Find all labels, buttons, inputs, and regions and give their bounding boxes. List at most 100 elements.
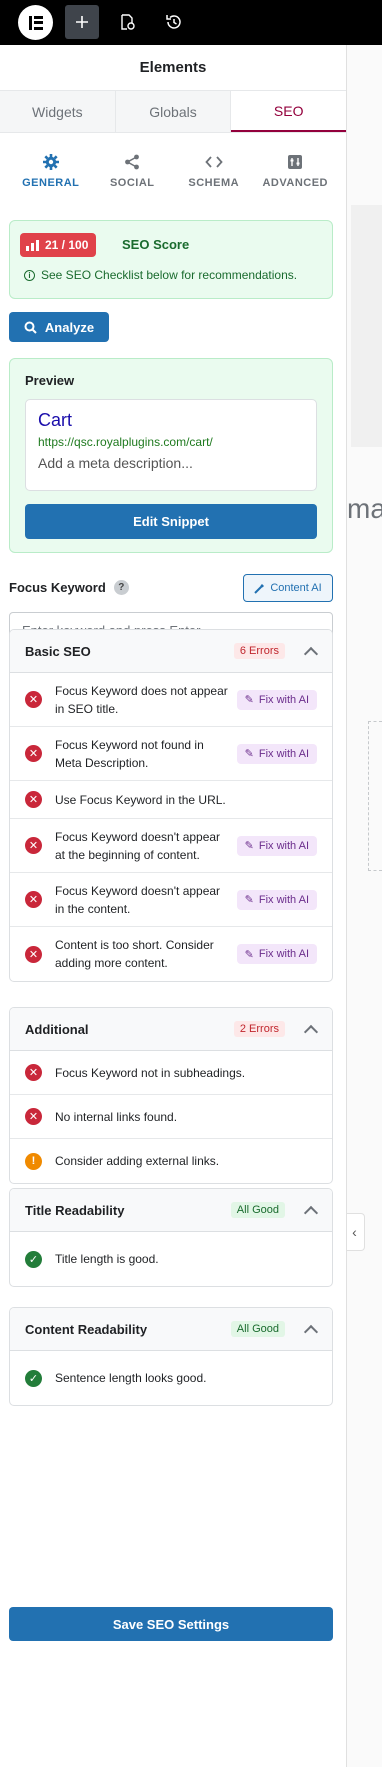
score-value: 21 / 100 bbox=[45, 238, 89, 252]
save-seo-settings-button[interactable]: Save SEO Settings bbox=[9, 1607, 333, 1641]
check-text: Use Focus Keyword in the URL. bbox=[55, 792, 226, 807]
section-title: Additional bbox=[25, 1021, 89, 1037]
fix-with-ai-button[interactable]: ✎ Fix with AI bbox=[236, 689, 317, 710]
fix-label: Fix with AI bbox=[258, 893, 309, 906]
check-text: Consider adding external links. bbox=[55, 1154, 220, 1168]
fix-with-ai-button[interactable]: ✎ Fix with AI bbox=[236, 743, 317, 764]
fix-label: Fix with AI bbox=[258, 948, 309, 960]
plus-icon bbox=[76, 16, 88, 28]
section-additional: Additional 2 Errors ✕ Focus Keyword not … bbox=[9, 1007, 333, 1184]
magic-wand-icon: ✎ bbox=[244, 694, 254, 706]
check-text: Focus Keyword doesn't appear in the cont… bbox=[55, 883, 221, 916]
section-header[interactable]: Basic SEO 6 Errors bbox=[10, 630, 332, 673]
subtab-social[interactable]: SOCIAL bbox=[97, 153, 167, 201]
subtab-label: SCHEMA bbox=[188, 177, 240, 189]
gear-icon bbox=[42, 154, 59, 170]
history-icon bbox=[166, 15, 181, 29]
edit-snippet-button[interactable]: Edit Snippet bbox=[25, 504, 317, 539]
subtab-label: SOCIAL bbox=[109, 177, 155, 189]
error-icon: ✕ bbox=[25, 945, 42, 963]
error-icon: ✕ bbox=[25, 1064, 42, 1081]
fix-with-ai-button[interactable]: ✎ Fix with AI bbox=[236, 835, 317, 856]
magic-wand-icon: ✎ bbox=[244, 840, 254, 852]
check-icon: ✓ bbox=[25, 1369, 42, 1387]
check-row: ✕ Focus Keyword doesn't appear in the co… bbox=[10, 873, 332, 927]
tab-seo[interactable]: SEO bbox=[231, 91, 347, 132]
fix-label: Fix with AI bbox=[258, 839, 309, 852]
section-title: Title Readability bbox=[25, 1202, 125, 1218]
share-icon bbox=[125, 154, 140, 170]
check-row: ✕ Focus Keyword doesn't appear at the be… bbox=[10, 819, 332, 873]
section-title: Content Readability bbox=[25, 1321, 148, 1337]
chevron-left-icon: ‹ bbox=[352, 1224, 357, 1240]
score-note: i See SEO Checklist below for recommenda… bbox=[24, 268, 297, 282]
snippet-description: Add a meta description... bbox=[38, 455, 193, 471]
error-icon: ✕ bbox=[25, 691, 42, 708]
error-icon: ✕ bbox=[25, 891, 42, 908]
panel-title: Elements bbox=[0, 45, 346, 91]
check-text: Focus Keyword doesn't appear at the begi… bbox=[55, 829, 221, 862]
error-icon: ✕ bbox=[25, 791, 42, 808]
chevron-up-icon[interactable] bbox=[303, 644, 317, 658]
check-row: ✓ Sentence length looks good. bbox=[10, 1351, 332, 1405]
fix-label: Fix with AI bbox=[258, 747, 309, 760]
subtab-schema[interactable]: SCHEMA bbox=[179, 153, 249, 201]
content-ai-button[interactable]: Content AI bbox=[243, 574, 333, 602]
tab-widgets[interactable]: Widgets bbox=[0, 91, 116, 132]
chevron-up-icon[interactable] bbox=[303, 1022, 317, 1036]
check-row: ✕ Focus Keyword not in subheadings. bbox=[10, 1051, 332, 1095]
check-icon: ✓ bbox=[25, 1250, 42, 1268]
status-badge: All Good bbox=[230, 1202, 285, 1218]
check-text: Focus Keyword does not appear in SEO tit… bbox=[55, 683, 228, 716]
chart-bars-icon bbox=[26, 239, 39, 251]
check-text: Focus Keyword not found in Meta Descript… bbox=[55, 737, 204, 770]
section-header[interactable]: Additional 2 Errors bbox=[10, 1008, 332, 1051]
snippet-preview: Preview Cart https://qsc.royalplugins.co… bbox=[9, 358, 333, 553]
status-badge: All Good bbox=[230, 1321, 285, 1337]
snippet-url: https://qsc.royalplugins.com/cart/ bbox=[38, 435, 213, 449]
page-settings-button[interactable] bbox=[110, 5, 144, 39]
score-note-text: See SEO Checklist below for recommendati… bbox=[41, 268, 298, 282]
section-basic-seo: Basic SEO 6 Errors ✕ Focus Keyword does … bbox=[9, 629, 333, 982]
subtab-general[interactable]: GENERAL bbox=[16, 153, 86, 201]
check-row: ✕ Content is too short. Consider adding … bbox=[10, 927, 332, 981]
history-button[interactable] bbox=[157, 5, 191, 39]
check-text: Content is too short. Consider adding mo… bbox=[55, 938, 214, 970]
magic-wand-icon: ✎ bbox=[244, 894, 254, 906]
error-count-badge: 6 Errors bbox=[233, 643, 285, 659]
check-text: Focus Keyword not in subheadings. bbox=[55, 1065, 246, 1080]
score-label: SEO Score bbox=[122, 237, 190, 252]
check-row: ! Consider adding external links. bbox=[10, 1139, 332, 1183]
advanced-settings-icon bbox=[288, 155, 303, 169]
canvas-dropzone[interactable] bbox=[368, 721, 382, 871]
section-header[interactable]: Title Readability All Good bbox=[10, 1189, 332, 1232]
subtab-advanced[interactable]: ADVANCED bbox=[260, 153, 330, 201]
section-title-readability: Title Readability All Good ✓ Title lengt… bbox=[9, 1188, 333, 1287]
elements-panel: Elements Widgets Globals SEO GENERAL SOC… bbox=[0, 45, 347, 1767]
elementor-logo-icon[interactable] bbox=[18, 5, 53, 40]
help-icon[interactable]: ? bbox=[113, 580, 129, 595]
error-icon: ✕ bbox=[25, 745, 42, 762]
preview-heading: Preview bbox=[25, 373, 75, 388]
analyze-button[interactable]: Analyze bbox=[9, 312, 109, 342]
add-element-button[interactable] bbox=[65, 5, 99, 39]
check-text: No internal links found. bbox=[55, 1109, 178, 1124]
fix-with-ai-button[interactable]: ✎ Fix with AI bbox=[236, 944, 317, 964]
canvas-text: ma bbox=[347, 493, 382, 524]
chevron-up-icon[interactable] bbox=[303, 1322, 317, 1336]
editor-topbar bbox=[0, 0, 382, 45]
focus-keyword-label: Focus Keyword ? bbox=[9, 580, 129, 595]
error-icon: ✕ bbox=[25, 1108, 42, 1125]
snippet-title: Cart bbox=[38, 410, 73, 430]
chevron-up-icon[interactable] bbox=[303, 1203, 317, 1217]
collapse-panel-button[interactable]: ‹ bbox=[345, 1213, 365, 1251]
panel-tabs: Widgets Globals SEO bbox=[0, 91, 347, 133]
section-header[interactable]: Content Readability All Good bbox=[10, 1308, 332, 1351]
check-row: ✓ Title length is good. bbox=[10, 1232, 332, 1286]
error-count-badge: 2 Errors bbox=[233, 1021, 285, 1037]
error-icon: ✕ bbox=[25, 837, 42, 854]
fix-with-ai-button[interactable]: ✎ Fix with AI bbox=[236, 889, 317, 910]
check-row: ✕ Use Focus Keyword in the URL. bbox=[10, 781, 332, 819]
tab-globals[interactable]: Globals bbox=[115, 91, 232, 132]
check-row: ✕ No internal links found. bbox=[10, 1095, 332, 1139]
